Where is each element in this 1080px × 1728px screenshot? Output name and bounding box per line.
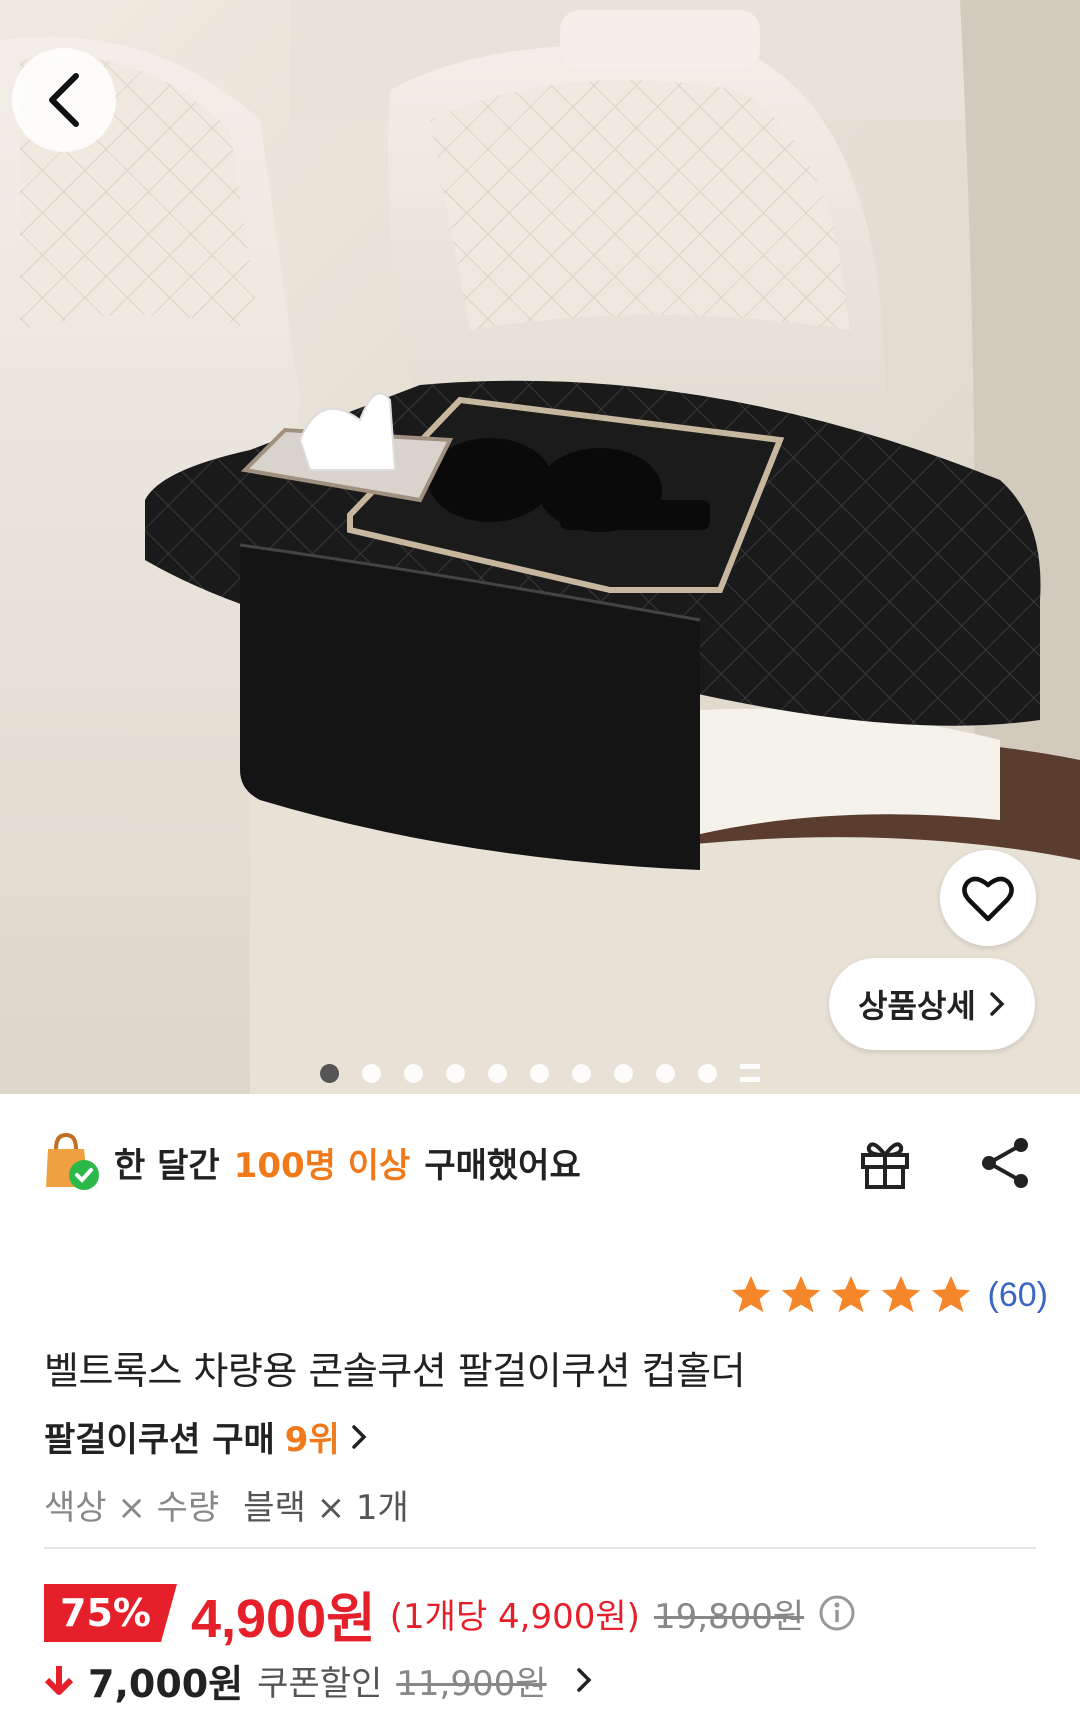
chevron-right-icon — [576, 1668, 592, 1692]
selected-option: 색상 × 수량 블랙 × 1개 — [44, 1480, 409, 1529]
share-icon[interactable] — [975, 1133, 1035, 1193]
chevron-left-icon — [49, 73, 79, 127]
star-icon — [731, 1275, 770, 1313]
page-dot[interactable] — [530, 1063, 549, 1083]
wishlist-button[interactable] — [940, 850, 1036, 946]
page-dot[interactable] — [656, 1063, 675, 1083]
page-dot[interactable] — [404, 1063, 423, 1083]
banner-prefix: 한 달간 — [114, 1145, 220, 1186]
page-dot[interactable] — [446, 1063, 465, 1083]
info-icon[interactable] — [818, 1594, 856, 1632]
star-icon — [881, 1275, 920, 1313]
review-count[interactable]: (60) — [988, 1276, 1048, 1315]
coupon-amount: 7,000원 — [88, 1661, 244, 1706]
page-dot[interactable] — [698, 1063, 717, 1083]
gift-icon[interactable] — [855, 1133, 915, 1193]
unit-price: (1개당 4,900원) — [389, 1596, 640, 1637]
product-image[interactable]: 상품상세 — [0, 0, 1080, 1094]
page-dot[interactable] — [362, 1063, 381, 1083]
ranking-link[interactable]: 팔걸이쿠션 구매 9위 — [44, 1412, 368, 1461]
heart-icon — [962, 876, 1014, 922]
star-icon — [931, 1275, 970, 1313]
image-pagination — [0, 1062, 1080, 1084]
product-detail-button[interactable]: 상품상세 — [829, 958, 1035, 1050]
discount-badge: 75% — [44, 1584, 177, 1642]
original-price: 19,800원 — [653, 1596, 805, 1637]
coupon-row[interactable]: 7,000원 쿠폰할인 11,900원 — [44, 1650, 593, 1710]
rank-value: 9위 — [284, 1420, 340, 1460]
product-title: 벨트록스 차량용 콘솔쿠션 팔걸이쿠션 컵홀더 — [44, 1349, 746, 1393]
product-photo — [0, 0, 1080, 1094]
banner-highlight: 100명 이상 — [233, 1145, 411, 1186]
banner-suffix: 구매했어요 — [424, 1145, 581, 1186]
back-button[interactable] — [12, 48, 116, 152]
coupon-label: 쿠폰할인 — [257, 1663, 383, 1704]
coupon-original-price: 11,900원 — [396, 1663, 547, 1704]
page-dot[interactable] — [320, 1063, 339, 1083]
star-icon — [831, 1275, 870, 1313]
page-dot[interactable] — [614, 1063, 633, 1083]
price-row: 75% 4,900원 (1개당 4,900원) 19,800원 — [44, 1578, 856, 1649]
chevron-right-icon — [351, 1424, 367, 1449]
divider — [44, 1547, 1036, 1549]
purchase-count-banner: 한 달간 100명 이상 구매했어요 — [44, 1122, 581, 1202]
more-pages-icon — [740, 1064, 760, 1082]
rating[interactable]: (60) — [728, 1272, 1048, 1318]
product-detail-label: 상품상세 — [858, 987, 976, 1025]
page-dot[interactable] — [488, 1063, 507, 1083]
chevron-right-icon — [990, 992, 1005, 1016]
rank-label: 팔걸이쿠션 구매 — [44, 1420, 275, 1460]
option-label: 색상 × 수량 — [44, 1488, 220, 1528]
arrow-down-icon — [44, 1666, 74, 1695]
page-dot[interactable] — [572, 1063, 591, 1083]
option-value: 블랙 × 1개 — [243, 1488, 409, 1528]
current-price: 4,900원 — [190, 1588, 376, 1649]
star-icon — [781, 1275, 820, 1313]
shopping-bag-check-icon — [46, 1132, 99, 1190]
